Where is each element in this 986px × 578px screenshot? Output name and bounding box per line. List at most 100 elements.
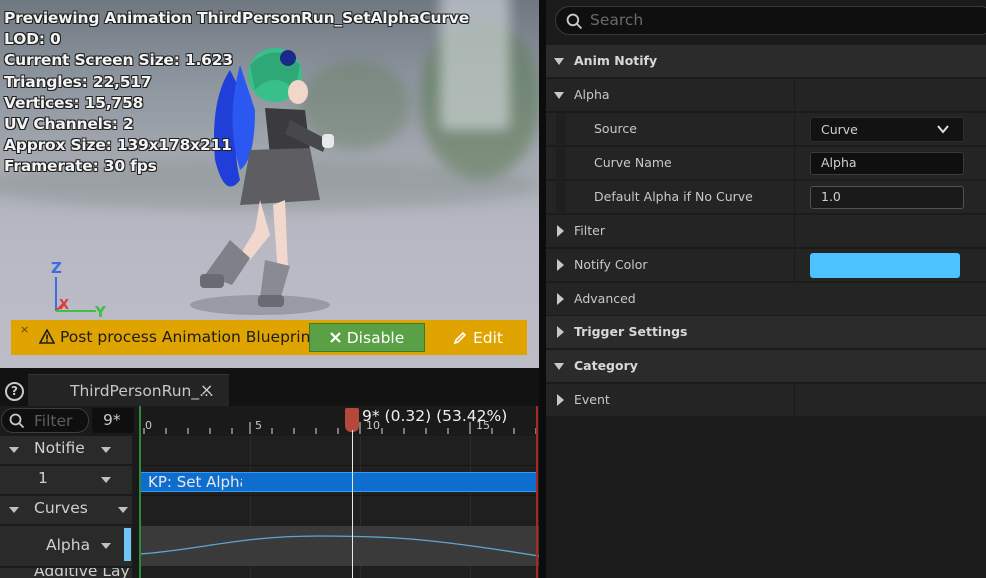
stat-uv-channels: UV Channels: 2	[4, 115, 134, 134]
category-category[interactable]: Category	[546, 349, 986, 382]
track-alpha-label: Alpha	[46, 536, 91, 554]
search-placeholder: Search	[590, 11, 644, 29]
warning-close-icon[interactable]: ×	[20, 323, 29, 336]
stat-approx-size: Approx Size: 139x178x211	[4, 136, 232, 155]
curve-name-value: Alpha	[821, 155, 857, 170]
track-notifies-header[interactable]: Notifie	[0, 436, 132, 464]
curve-name-field[interactable]: Alpha	[810, 152, 964, 175]
details-panel: Search Anim Notify Alpha Source Curve Cu…	[546, 0, 986, 578]
expand-arrow-icon[interactable]	[557, 225, 564, 237]
details-search-input[interactable]: Search	[555, 6, 986, 35]
tab-close-icon[interactable]: ×	[200, 380, 213, 399]
details-empty-area	[546, 416, 986, 578]
filter-placeholder: Filter	[34, 412, 73, 430]
category-label: Trigger Settings	[574, 324, 688, 339]
track-curves-header[interactable]: Curves	[0, 496, 132, 524]
column-splitter[interactable]	[794, 113, 795, 146]
curve-color-swatch	[124, 528, 131, 561]
filter-input[interactable]: Filter	[1, 408, 89, 433]
expand-arrow-icon[interactable]	[557, 394, 564, 406]
track-alpha-curve[interactable]: Alpha	[0, 526, 132, 566]
panel-splitter[interactable]	[539, 0, 546, 578]
search-icon	[9, 413, 25, 429]
end-range-marker[interactable]	[536, 406, 538, 578]
category-label: Anim Notify	[574, 53, 658, 68]
preview-viewport[interactable]: Previewing Animation ThirdPersonRun_SetA…	[0, 0, 539, 368]
column-splitter[interactable]	[794, 79, 795, 112]
stat-screen-size: Current Screen Size: 1.623	[4, 51, 233, 70]
source-dropdown[interactable]: Curve	[810, 117, 964, 142]
disable-button[interactable]: Disable	[309, 323, 425, 352]
expand-arrow-icon[interactable]	[557, 259, 564, 271]
source-dropdown-value: Curve	[821, 122, 858, 137]
expand-arrow-icon[interactable]	[557, 293, 564, 305]
stat-preview-line: Previewing Animation ThirdPersonRun_SetA…	[4, 9, 470, 27]
expand-arrow-icon[interactable]	[554, 363, 564, 370]
property-notify-color[interactable]: Notify Color	[546, 248, 986, 282]
alpha-curve-lane[interactable]	[139, 526, 539, 566]
notify-event[interactable]: KP: Set Alpha	[140, 472, 538, 492]
tab-label: ThirdPersonRun_...	[70, 382, 214, 400]
property-label: Filter	[574, 223, 605, 238]
current-frame-field[interactable]: 9*	[92, 408, 134, 433]
column-splitter[interactable]	[794, 147, 795, 180]
axis-y-label: Y	[95, 303, 106, 321]
column-splitter[interactable]	[794, 249, 795, 282]
property-label: Curve Name	[594, 155, 672, 170]
tab-animation-asset[interactable]: ThirdPersonRun_... ×	[28, 374, 229, 406]
collapse-arrow-icon[interactable]	[9, 447, 19, 453]
notify-color-swatch[interactable]	[810, 253, 960, 278]
stat-triangles: Triangles: 22,517	[4, 72, 152, 91]
collapse-arrow-icon[interactable]	[9, 507, 19, 513]
category-anim-notify[interactable]: Anim Notify	[546, 44, 986, 77]
default-alpha-value: 1.0	[821, 189, 841, 204]
property-label: Source	[594, 121, 637, 136]
playhead-line	[352, 430, 353, 578]
property-event[interactable]: Event	[546, 383, 986, 417]
alpha-curve-line	[139, 535, 539, 557]
expand-arrow-icon[interactable]	[554, 58, 564, 65]
edit-button[interactable]: Edit	[435, 323, 521, 352]
column-splitter[interactable]	[794, 384, 795, 417]
dropdown-arrow-icon[interactable]	[118, 507, 128, 513]
dropdown-arrow-icon[interactable]	[101, 543, 111, 549]
track-notify-1-label: 1	[38, 469, 48, 487]
playhead-readout: 9* (0.32) (53.42%)	[362, 407, 508, 425]
column-splitter[interactable]	[794, 181, 795, 214]
default-alpha-field[interactable]: 1.0	[810, 186, 964, 209]
track-notify-1[interactable]: 1	[0, 466, 132, 494]
property-label: Advanced	[574, 291, 636, 306]
dropdown-arrow-icon[interactable]	[101, 477, 111, 483]
notify-event-label: KP: Set Alpha	[148, 473, 242, 491]
track-curves-label: Curves	[34, 499, 88, 517]
timeline-tracks-area[interactable]: 0 5 10 15 KP: Set Alpha 9* (0.32) (53.42…	[139, 406, 539, 578]
indent-guide	[556, 147, 566, 180]
timeline-tab-strip: ? ThirdPersonRun_... ×	[0, 368, 539, 406]
property-filter[interactable]: Filter	[546, 214, 986, 248]
expand-arrow-icon[interactable]	[557, 326, 564, 338]
dropdown-arrow-icon[interactable]	[101, 447, 111, 453]
row-divider	[139, 465, 539, 466]
playhead-handle[interactable]	[345, 408, 359, 432]
row-divider	[139, 495, 539, 496]
help-icon[interactable]: ?	[5, 382, 24, 401]
warning-banner: × Post process Animation Blueprint Disab…	[11, 320, 527, 355]
property-advanced[interactable]: Advanced	[546, 282, 986, 315]
stat-framerate: Framerate: 30 fps	[4, 157, 157, 176]
axis-x-label: X	[59, 298, 70, 313]
category-trigger-settings[interactable]: Trigger Settings	[546, 315, 986, 348]
property-source: Source Curve	[546, 112, 986, 146]
expand-arrow-icon[interactable]	[554, 92, 564, 99]
track-list: Filter 9* Notifie 1 Curves Alpha Additiv…	[0, 406, 136, 578]
edit-button-label: Edit	[472, 328, 504, 347]
property-label: Notify Color	[574, 257, 648, 272]
track-additive-layer[interactable]: Additive Lay	[0, 568, 132, 578]
category-label: Category	[574, 358, 638, 373]
start-range-marker[interactable]	[139, 406, 141, 578]
column-splitter[interactable]	[794, 215, 795, 248]
current-frame-value: 9*	[103, 411, 121, 429]
property-label: Alpha	[574, 87, 610, 102]
property-alpha-group[interactable]: Alpha	[546, 78, 986, 112]
pencil-icon	[453, 331, 467, 344]
property-default-alpha: Default Alpha if No Curve 1.0	[546, 180, 986, 214]
